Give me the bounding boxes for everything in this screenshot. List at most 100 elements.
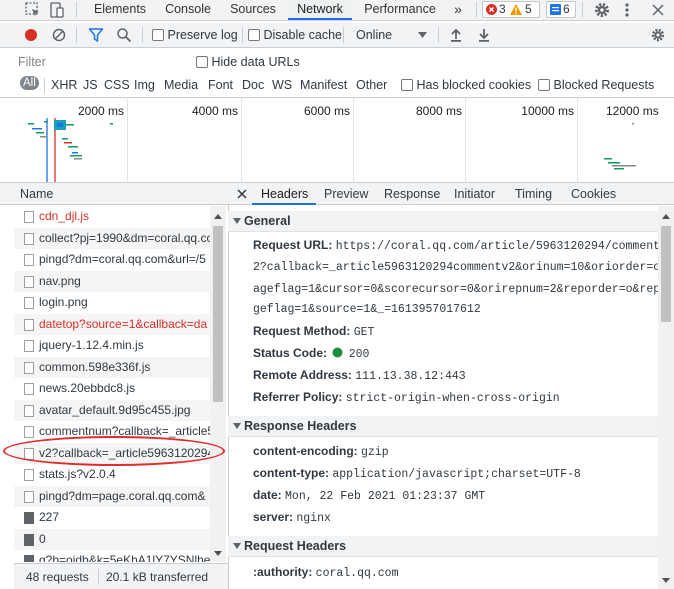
type-filter-font[interactable]: Font (208, 78, 233, 92)
disable-cache-checkbox[interactable]: Disable cache (248, 28, 342, 42)
request-row[interactable]: login.png (14, 292, 211, 314)
more-tabs-button[interactable]: » (448, 0, 468, 20)
pane-splitter[interactable] (228, 183, 229, 589)
error-count: 3 (499, 2, 506, 16)
kebab-menu-icon[interactable] (618, 1, 636, 19)
request-row[interactable]: 0 (14, 528, 211, 550)
tab-performance[interactable]: Performance (360, 0, 440, 20)
blocked-requests-checkbox[interactable]: Blocked Requests (538, 78, 654, 92)
request-row[interactable]: v2?callback=_article5963120294 (14, 442, 211, 464)
type-filter-manifest[interactable]: Manifest (300, 78, 347, 92)
request-row[interactable]: common.598e336f.js (14, 356, 211, 378)
request-method-value: GET (353, 326, 375, 339)
has-blocked-cookies-box[interactable] (401, 79, 413, 91)
preserve-log-checkbox[interactable]: Preserve log (152, 28, 238, 42)
type-filter-other[interactable]: Other (356, 78, 387, 92)
import-har-icon[interactable] (449, 27, 463, 43)
timeline-overview[interactable]: 2000 ms 4000 ms 6000 ms 8000 ms 10000 ms… (0, 98, 674, 182)
select-element-icon[interactable] (24, 1, 42, 19)
header-key: server: (253, 510, 294, 524)
message-icon (550, 4, 561, 15)
search-icon[interactable] (116, 27, 132, 43)
request-row[interactable]: pingd?dm=page.coral.qq.com& (14, 485, 211, 507)
detail-scrollbar-thumb[interactable] (661, 226, 671, 322)
blocked-requests-box[interactable] (538, 79, 550, 91)
tab-initiator[interactable]: Initiator (454, 187, 495, 201)
type-filter-img[interactable]: Img (134, 78, 155, 92)
requests-list[interactable]: cdn_djl.js collect?pj=1990&dm=coral.qq.co… (14, 206, 211, 562)
tab-cookies[interactable]: Cookies (571, 187, 616, 201)
tab-console[interactable]: Console (160, 0, 216, 20)
disable-cache-box[interactable] (248, 29, 260, 41)
tab-response[interactable]: Response (384, 187, 440, 201)
record-icon[interactable] (24, 28, 38, 42)
dropdown-arrow-icon[interactable] (418, 32, 427, 38)
tab-network[interactable]: Network (288, 0, 352, 20)
divider (0, 47, 674, 48)
request-row[interactable]: collect?pj=1990&dm=coral.qq.co (14, 227, 211, 249)
tab-sources[interactable]: Sources (224, 0, 282, 20)
request-row[interactable]: 227 (14, 507, 211, 529)
scroll-down-arrow-icon[interactable] (213, 550, 223, 558)
filter-input[interactable] (16, 54, 186, 70)
filter-icon[interactable] (88, 27, 104, 43)
request-row[interactable]: cdn_djl.js (14, 206, 211, 228)
throttling-select[interactable]: Online (356, 28, 392, 42)
scroll-up-arrow-icon[interactable] (661, 212, 671, 220)
header-key: content-type: (253, 466, 329, 480)
header-key: date: (253, 488, 282, 502)
gear-icon[interactable] (593, 1, 611, 19)
response-headers-section-header[interactable]: Response Headers (228, 416, 658, 437)
request-row[interactable]: nav.png (14, 270, 211, 292)
type-filter-css[interactable]: CSS (104, 78, 130, 92)
type-filter-doc[interactable]: Doc (242, 78, 264, 92)
request-row[interactable]: stats.js?v2.0.4 (14, 464, 211, 486)
request-row[interactable]: pingd?dm=coral.qq.com&url=/5 (14, 249, 211, 271)
general-section-header[interactable]: General (228, 211, 658, 232)
request-headers-section-header[interactable]: Request Headers (228, 536, 658, 557)
type-filter-js[interactable]: JS (83, 78, 98, 92)
request-row[interactable]: q?b=oidb&k=5eKhA1lY7YSNlhe (14, 550, 211, 562)
device-toolbar-icon[interactable] (48, 1, 66, 19)
type-filter-all[interactable]: All (20, 76, 39, 90)
request-row[interactable]: news.20ebbdc8.js (14, 378, 211, 400)
request-row[interactable]: avatar_default.9d95c455.jpg (14, 399, 211, 421)
export-har-icon[interactable] (477, 27, 491, 43)
clear-icon[interactable] (52, 28, 66, 42)
image-icon (24, 555, 34, 562)
file-icon (24, 254, 34, 266)
hide-data-urls-checkbox[interactable]: Hide data URLs (196, 55, 300, 69)
tab-headers[interactable]: Headers (261, 187, 308, 201)
file-icon (24, 297, 34, 309)
preserve-log-label: Preserve log (167, 28, 238, 42)
network-settings-gear-icon[interactable] (650, 27, 666, 43)
type-filter-xhr[interactable]: XHR (51, 78, 77, 92)
request-row[interactable]: datetop?source=1&callback=da (14, 313, 211, 335)
hide-data-urls-box[interactable] (196, 56, 208, 68)
request-url-value-line: 2?callback=_article5963120294commentv2&o… (253, 261, 674, 274)
disable-cache-label: Disable cache (263, 28, 342, 42)
request-row[interactable]: jquery-1.12.4.min.js (14, 335, 211, 357)
type-filter-ws[interactable]: WS (272, 78, 292, 92)
file-icon (24, 275, 34, 288)
tab-preview[interactable]: Preview (324, 187, 368, 201)
header-key: content-encoding: (253, 444, 358, 458)
tab-elements[interactable]: Elements (88, 0, 152, 20)
file-icon (24, 340, 34, 352)
tab-timing[interactable]: Timing (515, 187, 552, 201)
request-row[interactable]: commentnum?callback=_article5 (14, 421, 211, 443)
messages-counter[interactable]: 6 (546, 1, 576, 18)
request-detail-tabs: Headers Preview Response Initiator Timin… (228, 183, 674, 205)
scroll-up-arrow-icon[interactable] (213, 212, 223, 220)
close-icon[interactable] (649, 1, 667, 19)
toolbar-divider (142, 27, 143, 43)
preserve-log-box[interactable] (152, 29, 164, 41)
requests-scrollbar-thumb[interactable] (213, 226, 223, 402)
type-filter-media[interactable]: Media (164, 78, 198, 92)
has-blocked-cookies-checkbox[interactable]: Has blocked cookies (401, 78, 531, 92)
close-detail-icon[interactable] (237, 189, 247, 199)
scroll-down-arrow-icon[interactable] (661, 577, 671, 585)
warning-count: 5 (525, 2, 532, 16)
name-column-header[interactable]: Name (20, 187, 53, 201)
issues-counter[interactable]: 3 5 (482, 1, 540, 18)
